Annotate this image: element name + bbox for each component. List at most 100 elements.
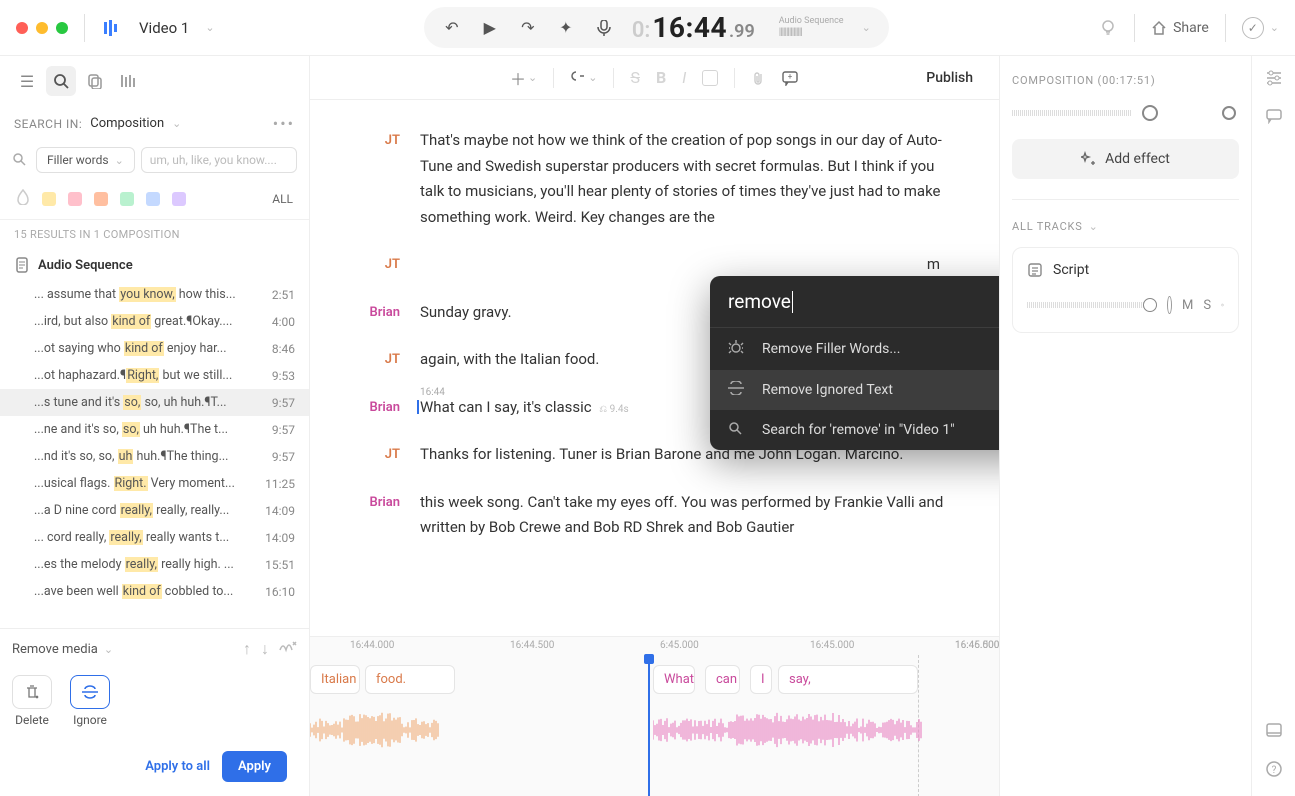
timeline-word[interactable]: Italian [310,665,360,694]
search-result-row[interactable]: ...ird, but also kind of great.¶Okay....… [0,308,309,335]
composition-header[interactable]: Audio Sequence [0,249,309,281]
transcript-line[interactable]: JTm [350,252,959,278]
apply-to-all-button[interactable]: Apply to all [145,759,210,774]
share-button[interactable]: Share [1151,20,1209,36]
comment-icon[interactable]: + [781,70,799,86]
script-track-card[interactable]: Script M S [1012,247,1239,333]
maximize-window-button[interactable] [56,22,68,34]
play-icon[interactable]: ▶ [480,18,500,38]
italic-tool-icon[interactable]: I [682,68,686,87]
timeline-word[interactable]: I [750,665,772,694]
mic-icon[interactable] [594,18,614,38]
transcript-text[interactable]: 16:44What can I say, it's classic ⎌ 9.4s [420,395,629,421]
chevron-down-icon[interactable]: ⌄ [104,643,113,656]
color-swatch[interactable] [42,192,56,206]
timeline-word[interactable]: can [705,665,740,694]
more-options-icon[interactable]: ••• [273,114,295,133]
command-palette-item[interactable]: Remove Ignored Text [710,370,999,410]
clock-icon[interactable] [1221,297,1224,313]
search-result-row[interactable]: ...usical flags. Right. Very moment...11… [0,470,309,497]
track-knob-icon[interactable] [1167,296,1172,314]
search-result-row[interactable]: ...s tune and it's so, so, uh huh.¶T...9… [0,389,309,416]
prev-result-icon[interactable]: ↑ [243,639,251,659]
add-effect-button[interactable]: Add effect [1012,139,1239,179]
sequence-indicator[interactable]: Audio Sequence |||||||||||||||| [773,17,844,38]
search-result-row[interactable]: ...ne and it's so, so, uh huh.¶The t...9… [0,416,309,443]
transcript-line[interactable]: Brianthis week song. Can't take my eyes … [350,490,959,541]
search-icon[interactable] [12,151,30,170]
panel-icon[interactable] [1265,722,1283,742]
command-palette-item[interactable]: Remove Filler Words... [710,328,999,370]
ignore-button[interactable]: Ignore [70,675,110,727]
sliders-icon[interactable] [1265,70,1283,90]
search-result-row[interactable]: ...ave been well kind of cobbled to...16… [0,578,309,605]
timeline-word[interactable]: say, [778,665,918,694]
bold-tool-icon[interactable]: B [656,68,666,87]
search-in-value[interactable]: Composition [90,116,164,131]
timeline-word[interactable]: What [653,665,695,694]
chat-icon[interactable] [1265,108,1283,128]
timeline-body[interactable]: Italianfood. Whatcan Isay, [310,655,999,796]
command-palette-input[interactable]: remove [710,276,999,327]
sequence-dropdown-icon[interactable]: ⌄ [862,21,871,34]
search-result-row[interactable]: ... assume that you know, how this...2:5… [0,281,309,308]
search-result-row[interactable]: ...es the melody really, really high. ..… [0,551,309,578]
color-swatch[interactable] [120,192,134,206]
transcript-text[interactable]: this week song. Can't take my eyes off. … [420,490,959,541]
search-toggle-icon[interactable] [46,66,76,96]
transcript-text[interactable]: m [420,252,940,278]
transcript-line[interactable]: JTThat's maybe not how we think of the c… [350,128,959,230]
sparkle-icon[interactable]: ✦ [556,18,576,38]
wave-toggle-icon[interactable] [279,639,297,659]
search-result-row[interactable]: ...ot haphazard.¶Right, but we still...9… [0,362,309,389]
search-result-row[interactable]: ...a D nine cord really, really, really.… [0,497,309,524]
slider-end-handle[interactable] [1222,106,1236,120]
menu-icon[interactable]: ☰ [12,66,42,96]
solo-button[interactable]: S [1203,298,1211,313]
mini-slider-handle[interactable] [1143,298,1157,312]
copy-icon[interactable] [80,66,110,96]
transcript-text[interactable]: Sunday gravy. [420,300,512,326]
next-result-icon[interactable]: ↓ [261,639,269,659]
strikethrough-tool-icon[interactable]: S [630,68,640,87]
ink-drop-icon[interactable] [16,189,30,209]
composition-slider[interactable] [1012,105,1239,121]
minimize-window-button[interactable] [36,22,48,34]
playhead[interactable] [648,655,650,796]
transcript-text[interactable]: again, with the Italian food. [420,347,599,373]
lightbulb-icon[interactable] [1098,18,1118,38]
check-menu-button[interactable]: ✓ [1242,17,1264,39]
close-window-button[interactable] [16,22,28,34]
publish-button[interactable]: Publish [926,70,973,86]
tool-pen-icon[interactable]: ⌄ [570,70,597,86]
project-dropdown-icon[interactable]: ⌄ [205,21,214,34]
help-icon[interactable]: ? [1265,760,1283,782]
color-swatch[interactable] [146,192,160,206]
color-swatch[interactable] [172,192,186,206]
search-in-dropdown-icon[interactable]: ⌄ [172,117,181,130]
command-palette-item[interactable]: Search for 'remove' in "Video 1" [710,410,999,450]
check-menu-dropdown-icon[interactable]: ⌄ [1270,21,1279,34]
mute-button[interactable]: M [1182,298,1193,313]
delete-button[interactable]: Delete [12,675,52,727]
transcript-text[interactable]: That's maybe not how we think of the cre… [420,128,959,230]
timeline-word[interactable]: food. [365,665,455,694]
add-icon[interactable]: ＋⌄ [510,66,537,90]
color-swatch[interactable] [94,192,108,206]
chevron-down-icon[interactable]: ⌄ [1089,220,1098,233]
mini-track-slider[interactable] [1027,300,1157,310]
slider-handle[interactable] [1142,105,1158,121]
filter-search-input[interactable]: um, uh, like, you know.... [141,147,297,173]
remove-media-label[interactable]: Remove media [12,642,98,657]
all-swatches-label[interactable]: ALL [272,192,293,206]
undo-icon[interactable]: ↶ [442,18,462,38]
attachment-icon[interactable] [751,70,765,86]
search-result-row[interactable]: ... cord really, really, really wants t.… [0,524,309,551]
search-result-row[interactable]: ...ot saying who kind of enjoy har...8:4… [0,335,309,362]
results-list[interactable]: ... assume that you know, how this...2:5… [0,281,309,628]
redo-icon[interactable]: ↷ [518,18,538,38]
timeline[interactable]: 16:44.00016:44.5006:45.00016:45.00016:45… [310,636,999,796]
color-swatch[interactable] [68,192,82,206]
columns-icon[interactable] [114,66,144,96]
filter-filler-words-pill[interactable]: Filler words ⌄ [36,147,135,173]
